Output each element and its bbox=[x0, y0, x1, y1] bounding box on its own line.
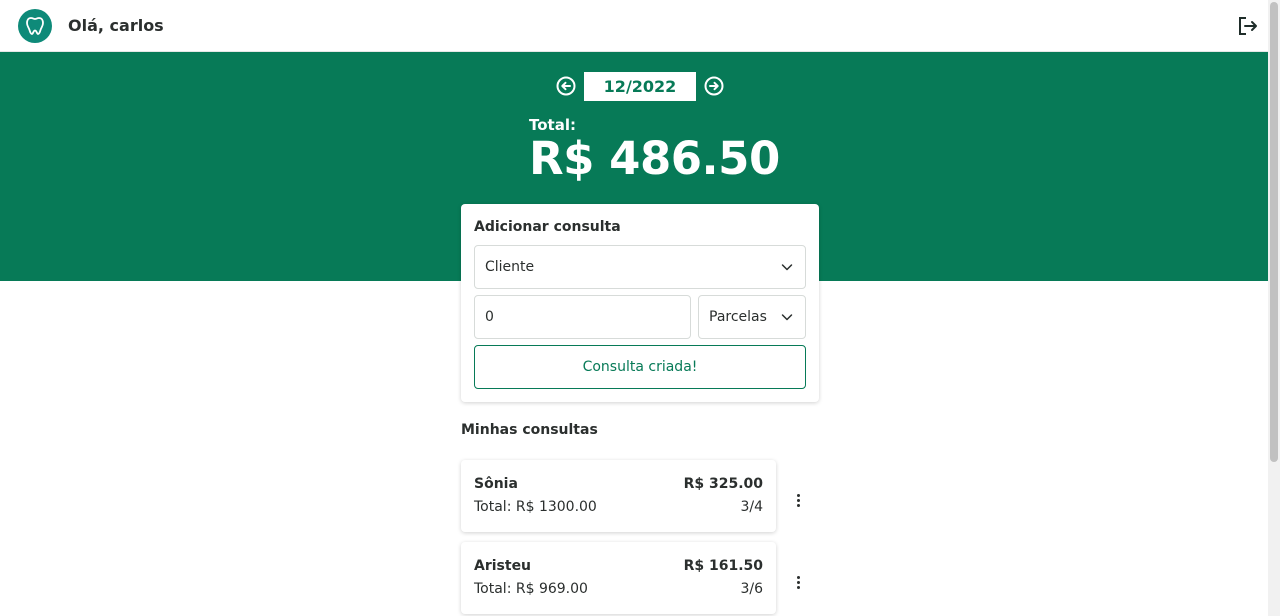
appointment-total: Total: R$ 969.00 bbox=[474, 581, 588, 597]
scrollbar-thumb[interactable] bbox=[1270, 2, 1278, 462]
chevron-down-icon bbox=[781, 314, 793, 321]
appointment-total: Total: R$ 1300.00 bbox=[474, 499, 597, 515]
value-input-text: 0 bbox=[485, 309, 494, 325]
installments-select[interactable]: Parcelas bbox=[698, 295, 806, 339]
installments-select-value: Parcelas bbox=[709, 309, 767, 325]
current-month: 12/2022 bbox=[584, 72, 696, 101]
greeting-text: Olá, carlos bbox=[68, 16, 164, 35]
appointment-client-name: Sônia bbox=[474, 476, 518, 492]
arrow-left-circle-icon[interactable] bbox=[556, 76, 576, 96]
my-appointments-title: Minhas consultas bbox=[461, 422, 598, 438]
more-options-icon[interactable] bbox=[790, 490, 806, 510]
list-item[interactable]: Aristeu Total: R$ 969.00 R$ 161.50 3/6 bbox=[461, 542, 776, 614]
client-select-value: Cliente bbox=[485, 259, 535, 275]
appointment-installment-progress: 3/6 bbox=[740, 581, 763, 597]
appointment-installment-amount: R$ 325.00 bbox=[683, 476, 763, 492]
appointment-installment-progress: 3/4 bbox=[740, 499, 763, 515]
tooth-icon bbox=[18, 9, 52, 43]
appointment-client-name: Aristeu bbox=[474, 558, 532, 574]
scrollbar[interactable] bbox=[1268, 0, 1280, 616]
add-appointment-card: Adicionar consulta Cliente 0 Parcelas Co… bbox=[461, 204, 819, 402]
total-value: R$ 486.50 bbox=[529, 132, 780, 185]
logout-icon[interactable] bbox=[1236, 14, 1260, 38]
value-input[interactable]: 0 bbox=[474, 295, 691, 339]
list-item[interactable]: Sônia Total: R$ 1300.00 R$ 325.00 3/4 bbox=[461, 460, 776, 532]
client-select[interactable]: Cliente bbox=[474, 245, 806, 289]
add-appointment-title: Adicionar consulta bbox=[474, 219, 621, 235]
appointment-installment-amount: R$ 161.50 bbox=[683, 558, 763, 574]
more-options-icon[interactable] bbox=[790, 572, 806, 592]
create-appointment-button[interactable]: Consulta criada! bbox=[474, 345, 806, 389]
top-bar: Olá, carlos bbox=[0, 0, 1268, 52]
arrow-right-circle-icon[interactable] bbox=[704, 76, 724, 96]
chevron-down-icon bbox=[781, 264, 793, 271]
